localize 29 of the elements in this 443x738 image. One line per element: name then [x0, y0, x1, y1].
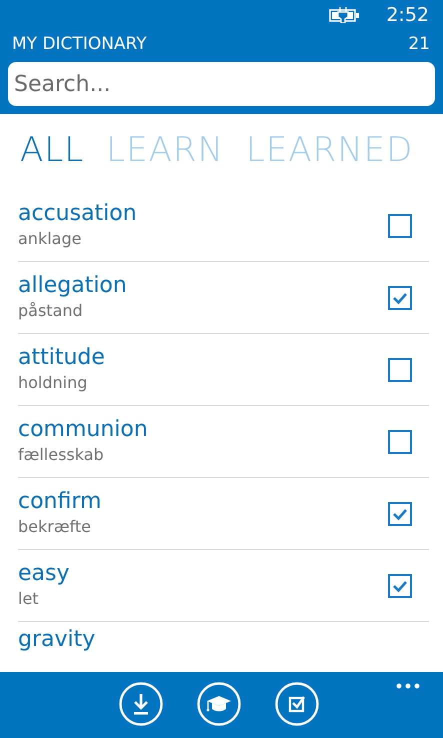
word-text[interactable]: attitude [18, 344, 105, 371]
checkbox[interactable] [388, 214, 412, 238]
word-text[interactable]: confirm [18, 488, 102, 515]
download-icon[interactable] [118, 682, 162, 726]
battery-charging-icon [329, 7, 360, 23]
checkbox[interactable] [388, 430, 412, 454]
checkbox[interactable] [388, 574, 412, 598]
graduation-cap-icon[interactable] [196, 682, 240, 726]
translation-text: bekræfte [18, 516, 92, 538]
checkbox[interactable] [388, 358, 412, 382]
translation-text: anklage [18, 228, 82, 250]
translation-text: påstand [18, 300, 84, 322]
app-title: MY DICTIONARY [12, 34, 147, 54]
translation-text: let [18, 588, 40, 610]
checkbox[interactable] [388, 286, 412, 310]
word-text[interactable]: gravity [18, 626, 96, 653]
word-text[interactable]: easy [18, 560, 70, 587]
word-count: 21 [408, 34, 430, 54]
search-field[interactable]: Search... [8, 62, 435, 106]
more-icon[interactable] [396, 683, 420, 689]
status-time: 2:52 [386, 4, 429, 26]
word-text[interactable]: allegation [18, 272, 127, 299]
checkbox-icon[interactable] [274, 682, 318, 726]
word-text[interactable]: accusation [18, 200, 137, 227]
word-text[interactable]: communion [18, 416, 148, 443]
pivot-tab[interactable]: ALL [20, 130, 84, 180]
checkbox[interactable] [388, 502, 412, 526]
translation-text: holdning [18, 372, 88, 394]
translation-text: fællesskab [18, 444, 105, 466]
